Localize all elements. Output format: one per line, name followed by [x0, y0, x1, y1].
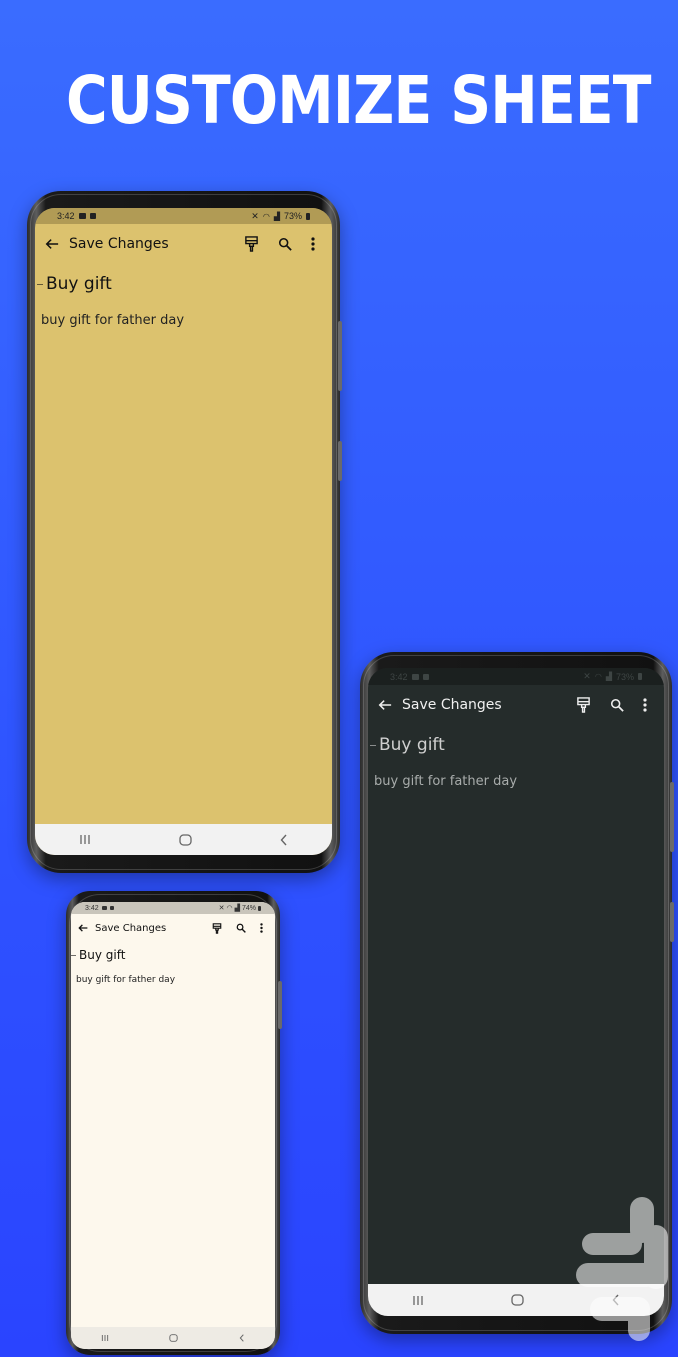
note-body[interactable]: buy gift for father day [76, 975, 270, 985]
power-button [338, 441, 342, 481]
back-arrow-button[interactable] [376, 690, 394, 720]
power-button [670, 902, 674, 942]
phone-cream-theme: 3:42 ✕ ◠ ▟ 74% Save Changes Buy gift buy… [66, 891, 282, 1355]
status-time: 3:42 [85, 904, 99, 912]
signal-icon: ▟ [605, 672, 612, 681]
arrow-left-icon [378, 700, 392, 710]
battery-icon [638, 673, 642, 680]
battery-percent: 73% [615, 671, 634, 682]
arrow-left-icon [78, 924, 88, 932]
battery-percent: 73% [283, 211, 302, 221]
volume-button [278, 981, 282, 1029]
toolbar-title: Save Changes [95, 922, 167, 934]
recent-apps-button[interactable] [101, 1334, 109, 1342]
signal-icon: ▟ [273, 211, 280, 221]
system-back-button[interactable] [239, 1334, 245, 1342]
recent-apps-icon [102, 1335, 109, 1341]
gallery-icon [411, 673, 419, 680]
home-button[interactable] [511, 1294, 525, 1306]
gallery-icon [78, 213, 86, 219]
back-arrow-button[interactable] [43, 229, 61, 259]
home-icon [179, 833, 192, 846]
home-icon [169, 1334, 179, 1342]
back-icon [280, 834, 287, 845]
more-options-button[interactable] [302, 229, 324, 259]
recent-apps-icon [80, 835, 90, 844]
paint-brush-icon [244, 236, 258, 252]
search-button[interactable] [268, 229, 302, 259]
check-icon [422, 673, 429, 680]
search-button[interactable] [600, 690, 634, 720]
more-vert-icon [643, 698, 647, 712]
signal-icon: ▟ [234, 905, 240, 912]
home-icon [511, 1294, 525, 1306]
system-nav-bar [35, 824, 332, 855]
search-icon [278, 237, 292, 251]
status-bar: 3:42 ✕ ◠ ▟ 73% [35, 208, 332, 224]
more-options-button[interactable] [253, 918, 269, 938]
search-button[interactable] [229, 918, 253, 938]
more-options-button[interactable] [634, 690, 656, 720]
status-time: 3:42 [57, 211, 75, 221]
page-headline: CUSTOMIZE SHEET [66, 62, 651, 139]
search-icon [236, 923, 246, 933]
battery-icon [258, 905, 261, 911]
app-toolbar: Save Changes [35, 224, 332, 264]
gallery-icon [101, 906, 107, 910]
check-icon [109, 906, 114, 910]
recent-apps-button[interactable] [412, 1295, 424, 1306]
note-title[interactable]: Buy gift [370, 735, 658, 755]
app-toolbar: Save Changes [368, 685, 664, 725]
status-time: 3:42 [390, 671, 408, 682]
note-title[interactable]: Buy gift [71, 948, 270, 962]
more-vert-icon [259, 923, 263, 933]
search-icon [610, 698, 624, 712]
mute-icon: ✕ [583, 671, 591, 681]
check-icon [89, 213, 96, 219]
home-button[interactable] [179, 833, 192, 846]
toolbar-title: Save Changes [402, 697, 502, 713]
phone-screen: 3:42 ✕ ◠ ▟ 73% Save Changes Buy gift buy… [35, 208, 332, 855]
note-editor[interactable]: Buy gift buy gift for father day [35, 264, 332, 824]
mute-icon: ✕ [218, 905, 225, 912]
note-body[interactable]: buy gift for father day [41, 313, 326, 328]
arrow-left-icon [45, 239, 59, 249]
toolbar-title: Save Changes [69, 236, 169, 252]
wifi-icon: ◠ [594, 672, 602, 681]
phone-yellow-theme: 3:42 ✕ ◠ ▟ 73% Save Changes Buy gift buy… [27, 191, 342, 873]
mute-icon: ✕ [251, 210, 259, 221]
watermark-logo-icon [576, 1197, 668, 1341]
status-bar: 3:42 ✕ ◠ ▟ 73% [368, 668, 664, 685]
volume-button [338, 321, 342, 391]
home-button[interactable] [169, 1334, 179, 1342]
system-nav-bar [71, 1327, 275, 1349]
note-title[interactable]: Buy gift [37, 274, 326, 294]
back-arrow-button[interactable] [77, 918, 89, 938]
battery-percent: 74% [241, 904, 256, 912]
note-body[interactable]: buy gift for father day [374, 774, 658, 789]
title-indent-mark [370, 745, 376, 746]
system-back-button[interactable] [280, 834, 288, 846]
recent-apps-button[interactable] [79, 834, 91, 845]
note-editor[interactable]: Buy gift buy gift for father day [71, 942, 275, 1327]
title-indent-mark [37, 284, 43, 285]
app-toolbar: Save Changes [71, 914, 275, 942]
phone-screen: 3:42 ✕ ◠ ▟ 74% Save Changes Buy gift buy… [71, 902, 275, 1349]
customize-theme-button[interactable] [234, 229, 268, 259]
wifi-icon: ◠ [262, 211, 270, 221]
recent-apps-icon [413, 1295, 423, 1305]
battery-icon [306, 212, 310, 220]
more-vert-icon [311, 237, 315, 251]
wifi-icon: ◠ [226, 905, 233, 912]
title-indent-mark [71, 955, 76, 956]
paint-brush-icon [212, 922, 222, 934]
customize-theme-button[interactable] [205, 918, 229, 938]
volume-button [670, 782, 674, 852]
paint-brush-icon [576, 697, 590, 713]
customize-theme-button[interactable] [566, 690, 600, 720]
status-bar: 3:42 ✕ ◠ ▟ 74% [71, 902, 275, 914]
back-icon [239, 1334, 244, 1342]
